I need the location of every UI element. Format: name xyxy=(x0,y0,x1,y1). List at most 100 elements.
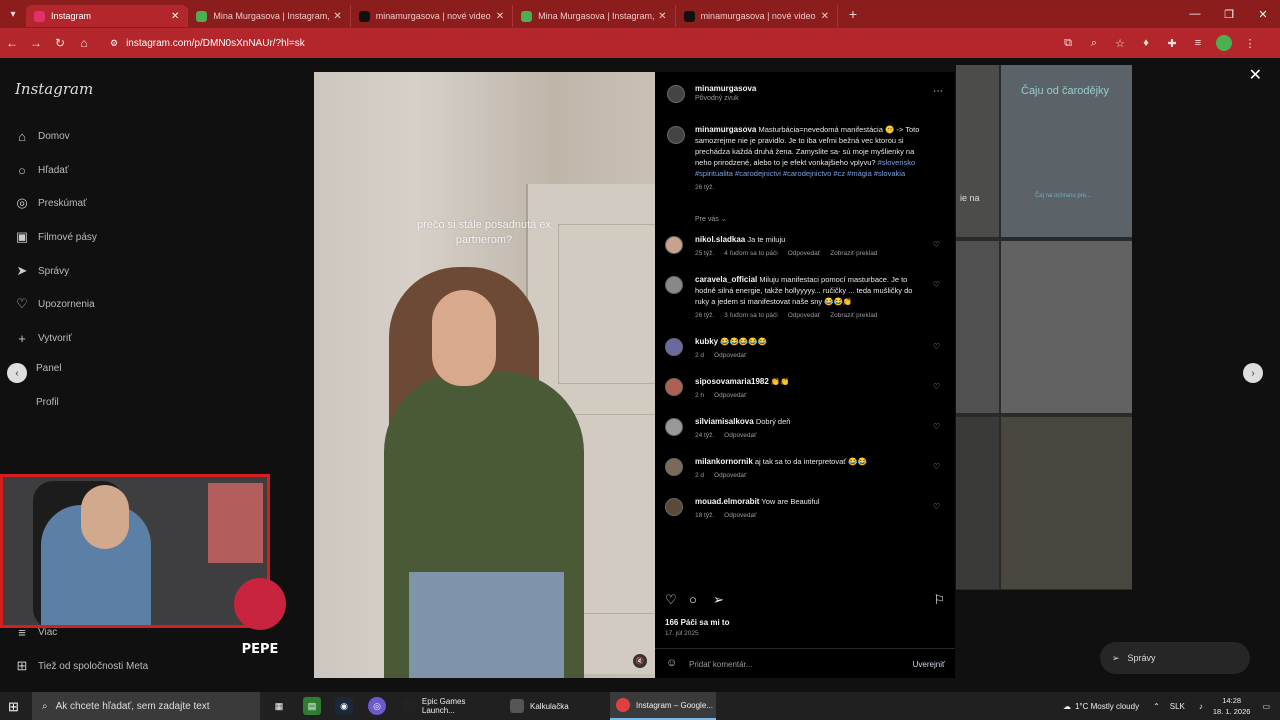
reply-button[interactable]: Odpovedať xyxy=(788,312,820,319)
tab-mina-instagram[interactable]: Mina Murgasova | Instagram, ✕ xyxy=(188,5,351,27)
like-comment-heart-icon[interactable]: ♡ xyxy=(933,280,940,289)
system-clock[interactable]: 14:28 18. 1. 2026 xyxy=(1213,695,1251,717)
grid-thumbnail[interactable] xyxy=(956,241,999,413)
tab-instagram[interactable]: Instagram ✕ xyxy=(26,5,189,27)
tab-search-icon[interactable]: ▾ xyxy=(0,0,26,28)
commenter-avatar[interactable] xyxy=(665,338,683,356)
close-tab-icon[interactable]: ✕ xyxy=(658,11,666,22)
sidebar-item-profile[interactable]: Profil xyxy=(36,397,59,408)
steam-app-icon[interactable]: ◉ xyxy=(335,697,353,715)
commenter-avatar[interactable] xyxy=(665,498,683,516)
commenter-username[interactable]: milankornornik xyxy=(695,457,753,466)
weather-text[interactable]: 1°C Mostly cloudy xyxy=(1075,702,1139,711)
reply-button[interactable]: Odpovedať xyxy=(714,392,746,399)
commenter-username[interactable]: kubky xyxy=(695,337,718,346)
extension-icon[interactable]: ♦ xyxy=(1138,35,1154,51)
tab-tiktok[interactable]: minamurgasova | nové video n ✕ xyxy=(351,5,514,27)
like-comment-heart-icon[interactable]: ♡ xyxy=(933,422,940,431)
close-tab-icon[interactable]: ✕ xyxy=(333,11,341,22)
commenter-username[interactable]: silviamisalkova xyxy=(695,417,754,426)
close-tab-icon[interactable]: ✕ xyxy=(821,11,829,22)
audio-label[interactable]: Pôvodný zvuk xyxy=(695,95,739,102)
keyboard-language[interactable]: SLK xyxy=(1170,702,1185,711)
close-window-icon[interactable]: ✕ xyxy=(1246,0,1280,28)
save-bookmark-icon[interactable]: ⚐ xyxy=(933,592,945,608)
like-comment-heart-icon[interactable]: ♡ xyxy=(933,502,940,511)
author-avatar[interactable] xyxy=(667,126,685,144)
taskbar-app-epic[interactable]: Epic Games Launch... xyxy=(396,692,500,720)
instagram-logo[interactable]: Instagram xyxy=(15,80,93,98)
tab-mina-instagram-2[interactable]: Mina Murgasova | Instagram, ✕ xyxy=(513,5,676,27)
restore-icon[interactable]: ❐ xyxy=(1212,0,1246,28)
zoom-icon[interactable]: ⌕ xyxy=(1086,35,1102,51)
likes-count[interactable]: 166 Páči sa mi to xyxy=(665,618,729,627)
url-field[interactable]: ⚙ instagram.com/p/DMN0sXnNAUr/?hl=sk xyxy=(110,33,1070,53)
commenter-avatar[interactable] xyxy=(665,236,683,254)
tray-chevron-icon[interactable]: ⌃ xyxy=(1153,702,1160,711)
grid-thumbnail[interactable]: ie na xyxy=(956,65,999,237)
commenter-username[interactable]: caravela_official xyxy=(695,275,757,284)
commenter-avatar[interactable] xyxy=(665,458,683,476)
browser-menu-icon[interactable]: ⋮ xyxy=(1242,35,1258,51)
notepad-app-icon[interactable]: ▤ xyxy=(303,697,321,715)
messages-pill[interactable]: ➢ Správy xyxy=(1100,642,1250,674)
bookmark-star-icon[interactable]: ☆ xyxy=(1112,35,1128,51)
commenter-username[interactable]: mouad.elmorabit xyxy=(695,497,759,506)
sidebar-item-search[interactable]: ○ Hľadať xyxy=(14,162,69,178)
commenter-username[interactable]: nikol.sladkaa xyxy=(695,235,745,244)
emoji-icon[interactable]: ☺ xyxy=(666,657,677,669)
translate-button[interactable]: Zobraziť preklad xyxy=(830,312,877,319)
reply-button[interactable]: Odpovedať xyxy=(714,472,746,479)
sidebar-item-create[interactable]: + Vytvoriť xyxy=(14,330,72,346)
commenter-avatar[interactable] xyxy=(665,418,683,436)
share-send-icon[interactable]: ➢ xyxy=(713,592,724,608)
site-info-icon[interactable]: ⚙ xyxy=(110,38,118,49)
speaker-icon[interactable]: ♪ xyxy=(1199,702,1203,711)
post-video[interactable]: prečo si stále posadnutá ex partnerom? 🔇 xyxy=(314,72,655,678)
forward-icon[interactable]: → xyxy=(24,36,48,50)
publish-button[interactable]: Uverejniť xyxy=(913,660,945,669)
profile-avatar-icon[interactable] xyxy=(1216,35,1232,51)
close-tab-icon[interactable]: ✕ xyxy=(496,11,504,22)
notification-center-icon[interactable]: ▭ xyxy=(1262,702,1270,711)
mute-icon[interactable]: 🔇 xyxy=(633,654,647,668)
windows-start-icon[interactable]: ⊞ xyxy=(8,699,19,715)
comment-likes[interactable]: 4 ľuďom sa to páči xyxy=(724,250,778,257)
more-options-icon[interactable]: ⋯ xyxy=(933,86,943,97)
comment-bubble-icon[interactable]: ○ xyxy=(689,592,697,607)
close-tab-icon[interactable]: ✕ xyxy=(171,11,179,22)
next-post-arrow-icon[interactable]: › xyxy=(1243,363,1263,383)
taskbar-app-chrome[interactable]: Instagram – Google... xyxy=(610,692,716,720)
comment-likes[interactable]: 3 ľuďom sa to páči xyxy=(724,312,778,319)
author-username[interactable]: minamurgasova xyxy=(695,84,756,93)
minimize-icon[interactable]: — xyxy=(1178,0,1212,28)
new-tab-button[interactable]: + xyxy=(844,5,862,23)
sidebar-item-home[interactable]: ⌂ Domov xyxy=(14,128,70,144)
reply-button[interactable]: Odpovedať xyxy=(788,250,820,257)
like-comment-heart-icon[interactable]: ♡ xyxy=(933,342,940,351)
extensions-puzzle-icon[interactable]: ✚ xyxy=(1164,35,1180,51)
commenter-avatar[interactable] xyxy=(665,276,683,294)
reply-button[interactable]: Odpovedať xyxy=(724,432,756,439)
weather-cloud-icon[interactable]: ☁ xyxy=(1063,702,1071,711)
taskbar-search[interactable]: ⌕ Ak chcete hľadať, sem zadajte text xyxy=(32,692,260,720)
previous-post-arrow-icon[interactable]: ‹ xyxy=(7,363,27,383)
like-heart-icon[interactable]: ♡ xyxy=(665,592,677,608)
commenter-username[interactable]: siposovamaria1982 xyxy=(695,377,769,386)
grid-thumbnail[interactable]: Čaju od čarodějky Čaj na ochranu pre... xyxy=(1001,65,1132,237)
reply-button[interactable]: Odpovedať xyxy=(724,512,756,519)
comment-input[interactable]: Pridať komentár... xyxy=(689,660,752,669)
back-icon[interactable]: ← xyxy=(0,36,24,50)
grid-thumbnail[interactable] xyxy=(1001,417,1132,589)
caption-author[interactable]: minamurgasova xyxy=(695,125,756,134)
task-view-icon[interactable]: ▦ xyxy=(270,697,288,715)
open-in-app-icon[interactable]: ⧉ xyxy=(1060,35,1076,51)
grid-thumbnail[interactable] xyxy=(956,417,999,589)
discord-app-icon[interactable]: ◎ xyxy=(368,697,386,715)
for-you-toggle[interactable]: Pre vás ⌄ xyxy=(695,215,727,223)
close-modal-icon[interactable]: ✕ xyxy=(1249,65,1262,85)
sidebar-item-explore[interactable]: ◎ Preskúmať xyxy=(14,195,86,211)
like-comment-heart-icon[interactable]: ♡ xyxy=(933,462,940,471)
sidebar-item-meta[interactable]: ⊞ Tiež od spoločnosti Meta xyxy=(14,658,149,674)
author-avatar[interactable] xyxy=(667,85,685,103)
